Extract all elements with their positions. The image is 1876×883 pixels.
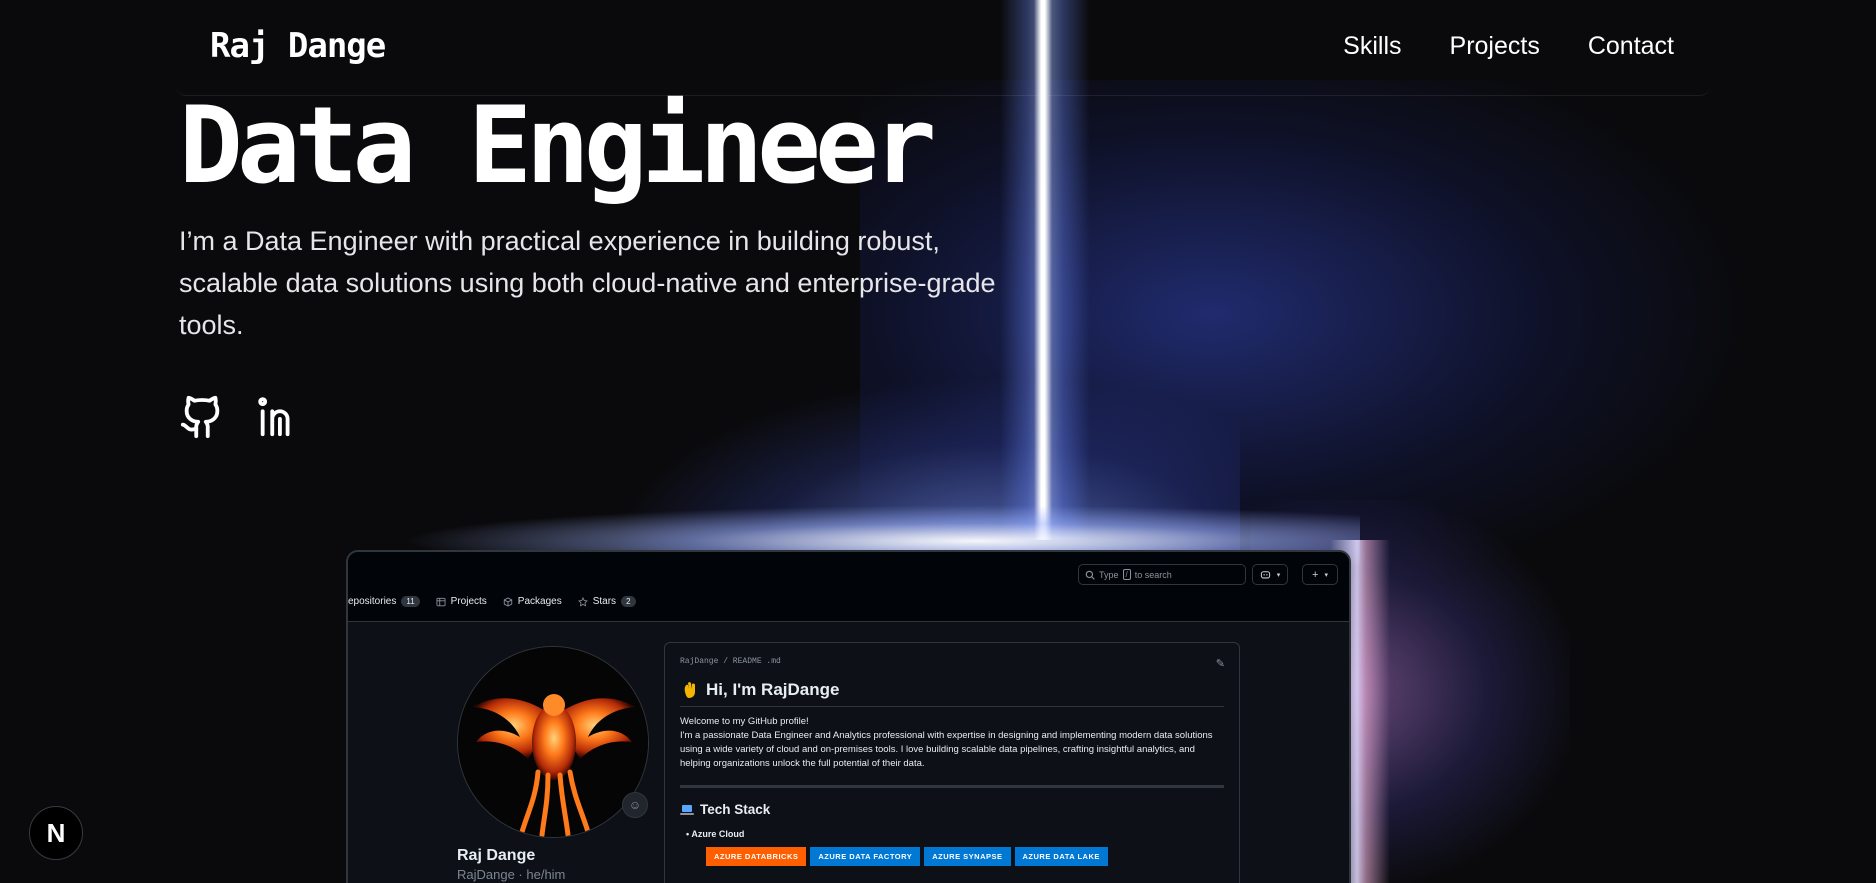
brand-logo[interactable]: Raj Dange: [210, 26, 386, 66]
hero-section: Data Engineer I’m a Data Engineer with p…: [179, 86, 1009, 440]
tab-count: 11: [401, 596, 420, 607]
navbar: Raj Dange Skills Projects Contact: [176, 0, 1710, 96]
tab-count: 2: [621, 596, 636, 607]
badge-azure-data-lake[interactable]: AZURE DATA LAKE: [1014, 847, 1108, 866]
tab-label: Projects: [450, 596, 487, 607]
tab-packages[interactable]: Packages: [503, 596, 562, 607]
badge-azure-databricks[interactable]: AZURE DATABRICKS: [706, 847, 807, 866]
divider: [680, 785, 1224, 788]
tab-projects[interactable]: Projects: [436, 596, 487, 607]
nav-links: Skills Projects Contact: [1343, 32, 1674, 61]
star-icon: [577, 596, 588, 607]
search-hint-suffix: to search: [1134, 569, 1172, 580]
hero-description: I’m a Data Engineer with practical exper…: [179, 226, 996, 340]
readme-heading: Hi, I'm RajDange: [680, 680, 1224, 707]
chevron-down-icon: ▾: [1276, 571, 1281, 579]
avatar[interactable]: [457, 646, 649, 838]
copilot-button[interactable]: ▾: [1252, 564, 1288, 585]
nav-projects-link[interactable]: Projects: [1450, 32, 1540, 61]
github-search-box[interactable]: Type / to search: [1078, 564, 1246, 585]
profile-username: RajDange · he/him: [457, 867, 566, 882]
nav-contact-link[interactable]: Contact: [1588, 32, 1674, 61]
readme-heading-text: Hi, I'm RajDange: [706, 680, 840, 699]
readme-intro: I'm a passionate Data Engineer and Analy…: [680, 730, 1213, 769]
tab-label: Stars: [592, 596, 617, 607]
laptop-icon: [680, 804, 694, 815]
tab-stars[interactable]: Stars 2: [577, 596, 636, 607]
tab-repositories[interactable]: epositories 11: [348, 596, 420, 607]
list-item: • Azure Cloud: [686, 829, 745, 839]
github-header: Type / to search ▾ + ▾ epositories 11 Pr…: [348, 552, 1349, 622]
linkedin-icon[interactable]: [255, 394, 301, 440]
set-status-button[interactable]: ☺: [622, 792, 648, 818]
github-icon[interactable]: [179, 394, 225, 440]
edit-pencil-icon[interactable]: ✎: [1216, 657, 1225, 670]
tab-label: Packages: [517, 596, 562, 607]
chevron-down-icon: ▾: [1324, 571, 1328, 579]
waving-hand-icon: [684, 682, 695, 698]
create-new-button[interactable]: + ▾: [1302, 564, 1338, 585]
nextjs-dev-badge[interactable]: N: [29, 806, 83, 860]
profile-tabs: epositories 11 Projects Packages Stars 2: [348, 596, 636, 607]
profile-name: Raj Dange: [457, 847, 536, 864]
table-icon: [436, 597, 446, 606]
search-icon: [1085, 570, 1095, 580]
search-shortcut-key: /: [1122, 569, 1131, 580]
plus-icon: +: [1312, 568, 1319, 581]
badge-azure-data-factory[interactable]: AZURE DATA FACTORY: [810, 847, 921, 866]
smiley-icon: ☺: [628, 798, 642, 812]
tech-stack-heading: Tech Stack: [680, 802, 1224, 817]
badge-azure-synapse[interactable]: AZURE SYNAPSE: [924, 847, 1011, 866]
readme-path[interactable]: RajDange / README .md: [680, 657, 1224, 666]
phoenix-avatar-image: [458, 647, 648, 837]
social-links: [179, 394, 1009, 440]
readme-welcome: Welcome to my GitHub profile!: [680, 716, 809, 727]
package-icon: [503, 596, 512, 607]
tech-badges: AZURE DATABRICKS AZURE DATA FACTORY AZUR…: [706, 847, 1224, 866]
github-profile-preview: Type / to search ▾ + ▾ epositories 11 Pr…: [346, 550, 1351, 883]
nav-skills-link[interactable]: Skills: [1343, 32, 1401, 61]
readme-card: RajDange / README .md ✎ Hi, I'm RajDange…: [664, 642, 1240, 883]
hero-title: Data Engineer: [179, 84, 937, 207]
copilot-icon: [1260, 571, 1270, 579]
tech-stack-heading-text: Tech Stack: [700, 802, 771, 817]
tab-label: epositories: [348, 596, 397, 607]
list-item-text: Azure Cloud: [691, 829, 745, 839]
search-hint-prefix: Type: [1099, 569, 1119, 580]
